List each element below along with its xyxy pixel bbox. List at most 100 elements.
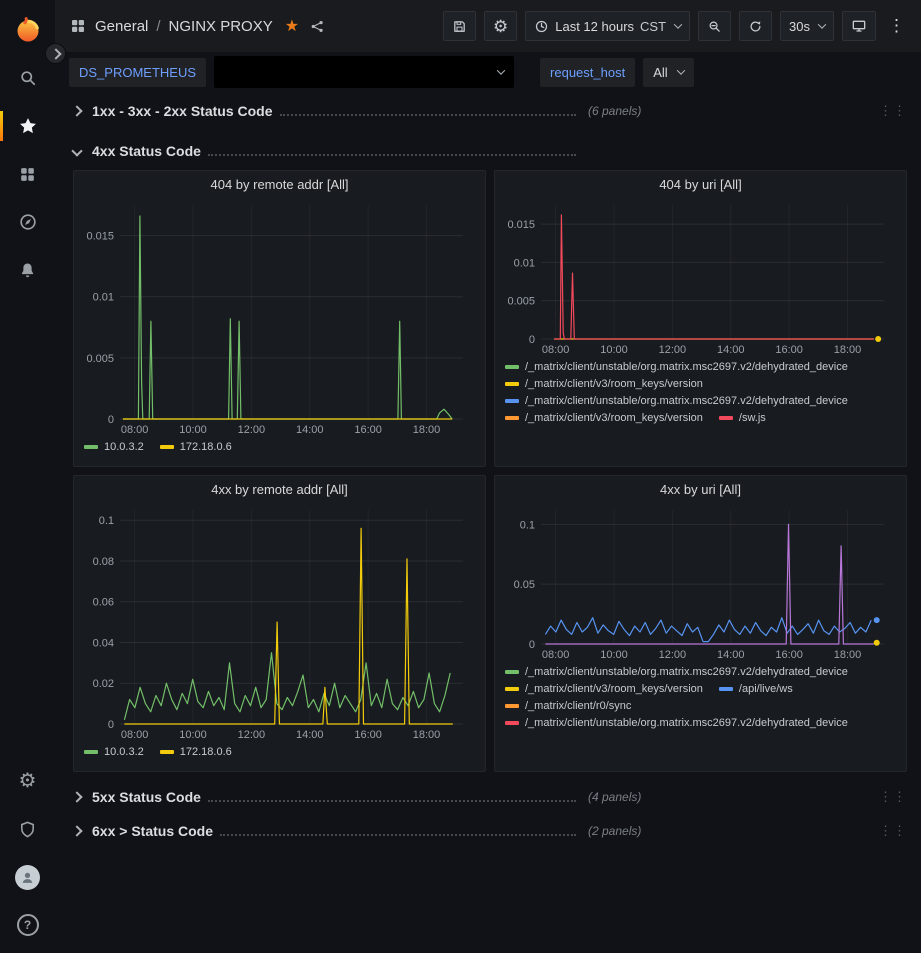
- row-panel-count: (4 panels): [588, 790, 641, 804]
- panel-title[interactable]: 404 by remote addr [All]: [74, 171, 485, 197]
- svg-text:10:00: 10:00: [179, 424, 207, 436]
- panel-legend: /_matrix/client/unstable/org.matrix.msc2…: [495, 357, 906, 466]
- svg-text:18:00: 18:00: [833, 344, 861, 356]
- panel-title[interactable]: 4xx by remote addr [All]: [74, 476, 485, 502]
- sidebar-item-profile[interactable]: [0, 853, 55, 901]
- row-panel-count: (2 panels): [588, 824, 641, 838]
- legend-series-marker: [84, 750, 98, 754]
- legend-series-label: 10.0.3.2: [104, 746, 144, 758]
- row-header-1xx-3xx-2xx[interactable]: 1xx - 3xx - 2xx Status Code (6 panels) ⋮…: [73, 98, 907, 124]
- svg-text:16:00: 16:00: [775, 344, 803, 356]
- variable-value-ds-prometheus[interactable]: [214, 56, 514, 88]
- dashboards-grid-icon: [18, 165, 37, 184]
- breadcrumb-separator: /: [156, 18, 160, 35]
- panel-legend: 10.0.3.2 172.18.0.6: [74, 437, 485, 466]
- svg-text:16:00: 16:00: [354, 424, 382, 436]
- tv-mode-button[interactable]: [842, 11, 876, 41]
- sidebar-expand-button[interactable]: [45, 43, 66, 64]
- legend-item[interactable]: /_matrix/client/unstable/org.matrix.msc2…: [505, 361, 848, 373]
- variable-label-ds-prometheus[interactable]: DS_PROMETHEUS: [69, 58, 206, 87]
- breadcrumb-section[interactable]: General: [95, 18, 148, 35]
- panel-legend: 10.0.3.2 172.18.0.6: [74, 742, 485, 771]
- legend-item[interactable]: /_matrix/client/v3/room_keys/version: [505, 412, 703, 424]
- save-dashboard-button[interactable]: [443, 11, 476, 41]
- panel-legend: /_matrix/client/unstable/org.matrix.msc2…: [495, 662, 906, 771]
- svg-text:18:00: 18:00: [412, 424, 440, 436]
- bell-icon: [18, 261, 37, 280]
- variable-value-request-host[interactable]: All: [643, 58, 693, 87]
- legend-item[interactable]: /_matrix/client/unstable/org.matrix.msc2…: [505, 717, 848, 729]
- breadcrumb: General / NGINX PROXY: [95, 18, 273, 35]
- legend-item[interactable]: 10.0.3.2: [84, 441, 144, 453]
- legend-item[interactable]: /sw.js: [719, 412, 766, 424]
- avatar: [15, 865, 40, 890]
- dotted-leader: [208, 154, 576, 156]
- svg-text:0.005: 0.005: [507, 296, 535, 308]
- row-drag-handle[interactable]: ⋮⋮: [879, 823, 907, 839]
- svg-text:16:00: 16:00: [775, 649, 803, 661]
- row-drag-handle[interactable]: ⋮⋮: [879, 103, 907, 119]
- dashboard-settings-button[interactable]: ⚙: [484, 11, 517, 41]
- legend-item[interactable]: /_matrix/client/unstable/org.matrix.msc2…: [505, 666, 848, 678]
- chevron-right-icon: [50, 48, 61, 59]
- legend-item[interactable]: /_matrix/client/v3/room_keys/version: [505, 683, 703, 695]
- row-header-4xx[interactable]: 4xx Status Code: [73, 138, 907, 164]
- sidebar-item-server-admin[interactable]: [0, 805, 55, 853]
- chevron-right-icon: [71, 825, 82, 836]
- row-panel-count: (6 panels): [588, 104, 641, 118]
- svg-text:0.01: 0.01: [92, 292, 113, 304]
- legend-series-label: 172.18.0.6: [180, 441, 232, 453]
- row-title: 4xx Status Code: [92, 143, 201, 159]
- sidebar-item-dashboards[interactable]: [0, 150, 55, 198]
- row-header-6xx[interactable]: 6xx > Status Code (2 panels) ⋮⋮: [73, 818, 907, 844]
- breadcrumb-dashboard-title[interactable]: NGINX PROXY: [169, 18, 273, 35]
- sidebar-item-alerting[interactable]: [0, 246, 55, 294]
- sidebar-item-starred[interactable]: [0, 102, 55, 150]
- legend-item[interactable]: /api/live/ws: [719, 683, 793, 695]
- time-series-chart[interactable]: 00.0050.010.01508:0010:0012:0014:0016:00…: [83, 197, 477, 437]
- panel-title[interactable]: 4xx by uri [All]: [495, 476, 906, 502]
- favorite-star-icon[interactable]: ★: [285, 16, 299, 36]
- legend-series-label: /api/live/ws: [739, 683, 793, 695]
- panel: 4xx by remote addr [All] 00.020.040.060.…: [73, 475, 486, 772]
- legend-item[interactable]: /_matrix/client/r0/sync: [505, 700, 631, 712]
- row-header-5xx[interactable]: 5xx Status Code (4 panels) ⋮⋮: [73, 784, 907, 810]
- person-icon: [19, 869, 36, 886]
- chevron-right-icon: [71, 791, 82, 802]
- dashboard-canvas: 1xx - 3xx - 2xx Status Code (6 panels) ⋮…: [55, 90, 921, 953]
- legend-series-marker: [505, 670, 519, 674]
- legend-item[interactable]: 172.18.0.6: [160, 441, 232, 453]
- row-title: 5xx Status Code: [92, 789, 201, 805]
- sidebar-item-explore[interactable]: [0, 198, 55, 246]
- sidebar-item-search[interactable]: [0, 54, 55, 102]
- legend-item[interactable]: /_matrix/client/v3/room_keys/version: [505, 378, 703, 390]
- compass-icon: [18, 212, 38, 232]
- zoom-out-button[interactable]: [698, 11, 731, 41]
- save-icon: [452, 19, 467, 34]
- clock-icon: [534, 19, 549, 34]
- kebab-menu-button[interactable]: ⋮: [884, 16, 909, 36]
- variable-label-request-host[interactable]: request_host: [540, 58, 635, 87]
- time-series-chart[interactable]: 00.050.108:0010:0012:0014:0016:0018:00: [504, 502, 898, 662]
- legend-series-marker: [505, 416, 519, 420]
- svg-text:14:00: 14:00: [716, 344, 744, 356]
- row-drag-handle[interactable]: ⋮⋮: [879, 789, 907, 805]
- legend-item[interactable]: 172.18.0.6: [160, 746, 232, 758]
- dotted-leader: [280, 114, 576, 116]
- refresh-interval-dropdown[interactable]: 30s: [780, 11, 834, 41]
- legend-series-marker: [505, 365, 519, 369]
- legend-series-marker: [160, 750, 174, 754]
- time-series-chart[interactable]: 00.0050.010.01508:0010:0012:0014:0016:00…: [504, 197, 898, 357]
- legend-item[interactable]: 10.0.3.2: [84, 746, 144, 758]
- sidebar-item-help[interactable]: ?: [0, 901, 55, 949]
- share-dashboard-button[interactable]: [309, 18, 326, 35]
- panel-title[interactable]: 404 by uri [All]: [495, 171, 906, 197]
- chevron-down-icon: [818, 20, 826, 28]
- refresh-button[interactable]: [739, 11, 772, 41]
- svg-text:12:00: 12:00: [658, 649, 686, 661]
- time-series-chart[interactable]: 00.020.040.060.080.108:0010:0012:0014:00…: [83, 502, 477, 742]
- legend-item[interactable]: /_matrix/client/unstable/org.matrix.msc2…: [505, 395, 848, 407]
- time-range-picker[interactable]: Last 12 hours CST: [525, 11, 690, 41]
- svg-text:08:00: 08:00: [541, 649, 569, 661]
- sidebar-item-configuration[interactable]: ⚙: [0, 757, 55, 805]
